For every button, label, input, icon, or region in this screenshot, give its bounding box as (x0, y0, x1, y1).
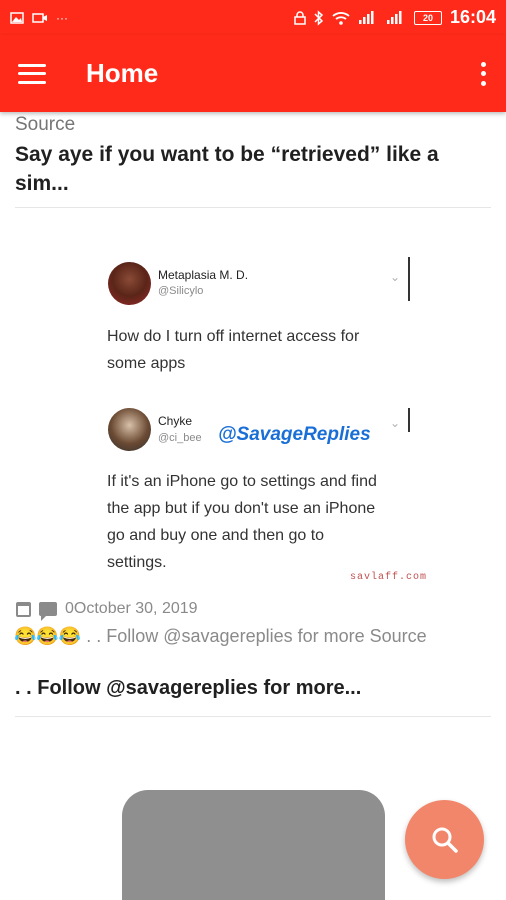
post-title[interactable]: Say aye if you want to be “retrieved” li… (15, 140, 485, 198)
more-icon: ··· (56, 10, 68, 25)
menu-icon[interactable] (18, 63, 46, 84)
tweet-text-line: go and buy one and then go to (107, 527, 325, 544)
video-icon (32, 12, 47, 23)
tweet-text-line: some apps (107, 355, 186, 372)
more-options-icon[interactable] (478, 61, 488, 86)
chevron-down-icon: ⌄ (390, 416, 401, 430)
post-title[interactable]: . . Follow @savagereplies for more... (15, 677, 361, 700)
tweet-text: How do I turn off internet access for so… (107, 323, 407, 377)
image-icon (10, 11, 24, 24)
tweet-author-name: Metaplasia M. D. (158, 268, 249, 282)
tweet-text-line: If it's an iPhone go to settings and fin… (107, 473, 377, 490)
bluetooth-icon (314, 9, 324, 26)
avatar (108, 262, 151, 305)
wifi-icon (332, 11, 350, 25)
search-button[interactable] (405, 800, 484, 879)
tweet-author-handle: @ci_bee (158, 432, 202, 444)
divider (15, 716, 491, 717)
post-title-line: Say aye if you want to be “retrieved” li… (15, 143, 439, 166)
post-meta: 0October 30, 2019 (16, 600, 198, 621)
post-excerpt: 😂😂😂 . . Follow @savagereplies for more S… (14, 626, 427, 646)
post-thumbnail[interactable] (122, 790, 385, 900)
tweet-text-line: How do I turn off internet access for (107, 328, 360, 345)
status-right-icons: 20 16:04 (294, 7, 496, 28)
tweet-text: If it's an iPhone go to settings and fin… (107, 468, 407, 576)
post-title-line: sim... (15, 172, 69, 195)
calendar-icon (16, 601, 31, 617)
status-bar: ··· 20 16:04 (0, 0, 506, 35)
status-left-icons: ··· (10, 11, 68, 25)
watermark-tag: @SavageReplies (218, 424, 371, 445)
signal-icon (386, 10, 402, 24)
divider (15, 207, 491, 208)
search-icon (432, 827, 458, 853)
battery-icon: 20 (413, 10, 442, 25)
status-time: 16:04 (449, 7, 496, 27)
page-title: Home (86, 58, 159, 88)
battery-level: 20 (422, 12, 433, 23)
signal-icon (358, 10, 374, 24)
comment-icon (39, 602, 57, 621)
tweet-text-line: the app but if you don't use an iPhone (107, 500, 376, 517)
tweet-author-handle: @Silicylo (158, 285, 204, 297)
source-label: Source (15, 114, 76, 135)
lock-icon (294, 10, 306, 25)
app-bar: Home (0, 35, 506, 112)
tweet-screenshot[interactable]: Metaplasia M. D. @Silicylo ⌄ How do I tu… (100, 252, 426, 583)
post-date: 0October 30, 2019 (65, 600, 198, 617)
chevron-down-icon: ⌄ (390, 270, 401, 284)
divider (408, 408, 410, 432)
site-watermark: savlaff.com (350, 572, 428, 583)
feed: Source Say aye if you want to be “retrie… (0, 112, 506, 900)
tweet-author-name: Chyke (158, 414, 193, 428)
divider (408, 257, 410, 301)
avatar (108, 408, 151, 451)
